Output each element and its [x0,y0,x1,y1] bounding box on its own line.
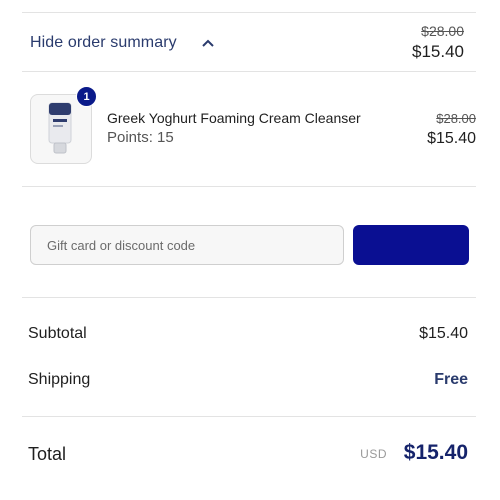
product-divider [22,186,476,187]
shipping-value: Free [434,371,468,388]
product-price: $15.40 [427,130,476,147]
totals-divider [22,416,476,417]
product-tube-icon [48,102,72,154]
product-original-price: $28.00 [436,111,476,126]
discount-code-input[interactable] [30,225,344,265]
subtotal-value: $15.40 [419,325,468,342]
shipping-label: Shipping [28,371,91,388]
summary-divider [22,71,476,72]
subtotal-label: Subtotal [28,325,87,342]
currency-code: USD [360,447,387,461]
product-points: Points: 15 [107,129,174,146]
summary-original-price: $28.00 [421,23,464,39]
quantity-badge: 1 [76,86,97,107]
total-label: Total [28,444,67,464]
product-name: Greek Yoghurt Foaming Cream Cleanser [107,110,361,126]
order-summary-toggle[interactable]: Hide order summary [30,34,215,52]
order-summary-toggle-label: Hide order summary [30,34,177,51]
chevron-up-icon [202,39,214,47]
discount-divider [22,297,476,298]
summary-price: $15.40 [412,42,464,61]
apply-discount-button[interactable] [353,225,469,265]
top-divider [22,12,476,13]
total-value: $15.40 [403,441,468,464]
